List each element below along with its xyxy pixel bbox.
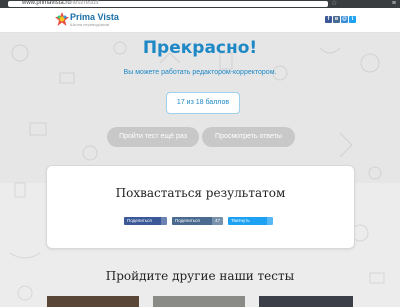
- brand-name[interactable]: Prima Vista: [70, 12, 119, 22]
- browser-menu-icon[interactable]: ≡: [392, 0, 396, 7]
- twitter-icon[interactable]: t: [349, 16, 356, 23]
- facebook-icon[interactable]: f: [325, 16, 332, 23]
- vk-share-button[interactable]: Поделиться 47: [172, 217, 223, 225]
- address-bar[interactable]: www.primavista.ru/test/result: [8, 0, 328, 7]
- facebook-share-label: Поделиться: [127, 218, 152, 223]
- vk-icon[interactable]: в: [333, 16, 340, 23]
- logo-icon[interactable]: [55, 12, 69, 26]
- result-title: Прекрасно!: [142, 38, 258, 58]
- vk-share-label: Поделиться: [175, 218, 200, 223]
- vk-share-count: 47: [211, 217, 223, 225]
- brand-tagline: Школа переводчиков: [70, 22, 110, 27]
- facebook-share-count: [161, 217, 167, 225]
- facebook-share-button[interactable]: Поделиться: [124, 217, 167, 225]
- twitter-share-count: [267, 217, 273, 225]
- share-title: Похвастаться результатом: [115, 186, 286, 200]
- bookmark-star-icon[interactable]: ☆: [331, 0, 337, 7]
- view-answers-button[interactable]: Просмотреть ответы: [202, 127, 295, 147]
- test-thumbnail[interactable]: [153, 296, 245, 307]
- site-header: Prima Vista Школа переводчиков f в @ t: [0, 8, 400, 33]
- address-url: www.primavista.ru/test/result: [22, 0, 99, 6]
- retry-test-button[interactable]: Пройти тест ещё раз: [107, 127, 199, 147]
- test-thumbnail[interactable]: [259, 296, 353, 307]
- other-tests-title: Пройдите другие наши тесты: [105, 269, 295, 283]
- mail-icon[interactable]: @: [341, 16, 348, 23]
- result-subtitle: Вы можете работать редактором-корректоро…: [123, 69, 277, 76]
- twitter-share-button[interactable]: Твитнуть: [228, 217, 273, 225]
- test-thumbnail[interactable]: [47, 296, 139, 307]
- score-badge: 17 из 18 баллов: [166, 92, 240, 114]
- share-panel: Похвастаться результатом Поделиться Поде…: [46, 165, 355, 249]
- twitter-share-label: Твитнуть: [231, 218, 250, 223]
